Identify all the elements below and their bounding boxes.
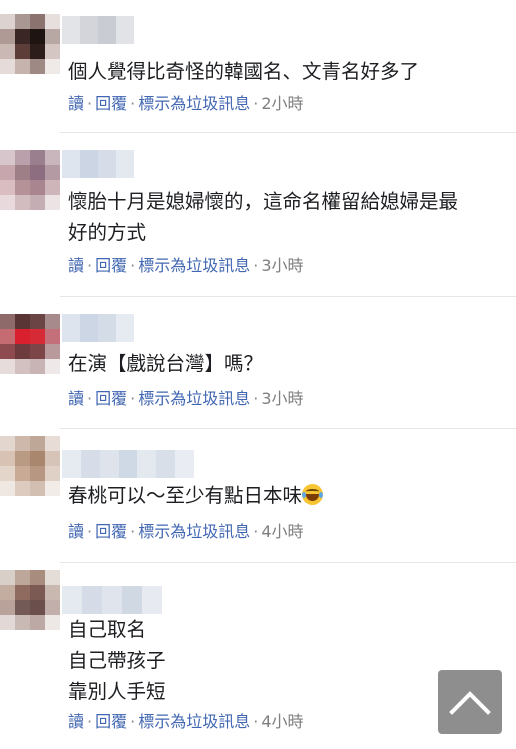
comment-text: 在演【戲說台灣】嗎？ — [68, 348, 508, 379]
mark-spam-link[interactable]: 標示為垃圾訊息 — [138, 256, 250, 275]
avatar[interactable] — [0, 436, 60, 496]
divider — [60, 132, 516, 133]
separator: · — [87, 712, 93, 731]
separator: · — [253, 94, 259, 113]
separator: · — [253, 712, 259, 731]
separator: · — [253, 389, 259, 408]
timestamp[interactable]: 3小時 — [261, 389, 303, 408]
timestamp[interactable]: 4小時 — [261, 712, 303, 731]
comment-actions: 讀 · 回覆 · 標示為垃圾訊息 · 3小時 — [68, 256, 304, 276]
divider — [60, 428, 516, 429]
comment-line: 自己取名 — [68, 618, 147, 641]
read-link[interactable]: 讀 — [68, 389, 84, 408]
commenter-name[interactable] — [62, 150, 134, 178]
comment-line: 個人覺得比奇怪的韓國名、文青名好多了 — [68, 60, 420, 83]
chevron-up-icon — [449, 691, 491, 715]
read-link[interactable]: 讀 — [68, 94, 84, 113]
scroll-to-top-button[interactable] — [438, 670, 502, 734]
separator: · — [130, 712, 136, 731]
separator: · — [87, 256, 93, 275]
comment-actions: 讀 · 回覆 · 標示為垃圾訊息 · 2小時 — [68, 94, 304, 114]
divider — [60, 296, 516, 297]
reply-link[interactable]: 回覆 — [95, 389, 127, 408]
comment-feed: 個人覺得比奇怪的韓國名、文青名好多了 讀 · 回覆 · 標示為垃圾訊息 · 2小時 懷胎十月… — [0, 0, 516, 749]
grinning-squinting-face-with-tears-emoji — [302, 484, 324, 505]
timestamp[interactable]: 2小時 — [261, 94, 303, 113]
timestamp[interactable]: 4小時 — [261, 522, 303, 541]
separator: · — [87, 522, 93, 541]
mark-spam-link[interactable]: 標示為垃圾訊息 — [138, 712, 250, 731]
commenter-name[interactable] — [62, 314, 134, 342]
separator: · — [87, 389, 93, 408]
mark-spam-link[interactable]: 標示為垃圾訊息 — [138, 389, 250, 408]
comment-line: 懷胎十月是媳婦懷的，這命名權留給媳婦是最 — [68, 190, 459, 213]
separator: · — [130, 522, 136, 541]
commenter-name[interactable] — [62, 450, 195, 478]
comment-text: 春桃可以～至少有點日本味 — [68, 480, 508, 511]
separator: · — [253, 522, 259, 541]
avatar[interactable] — [0, 570, 60, 630]
separator: · — [253, 256, 259, 275]
separator: · — [87, 94, 93, 113]
reply-link[interactable]: 回覆 — [95, 256, 127, 275]
reply-link[interactable]: 回覆 — [95, 94, 127, 113]
comment-text: 懷胎十月是媳婦懷的，這命名權留給媳婦是最 好的方式 — [68, 186, 508, 248]
separator: · — [130, 389, 136, 408]
comment-line-text: 春桃可以～至少有點日本味 — [68, 484, 303, 507]
reply-link[interactable]: 回覆 — [95, 712, 127, 731]
read-link[interactable]: 讀 — [68, 712, 84, 731]
avatar[interactable] — [0, 14, 60, 74]
comment-text: 個人覺得比奇怪的韓國名、文青名好多了 — [68, 56, 508, 87]
mark-spam-link[interactable]: 標示為垃圾訊息 — [138, 94, 250, 113]
read-link[interactable]: 讀 — [68, 522, 84, 541]
comment-actions: 讀 · 回覆 · 標示為垃圾訊息 · 4小時 — [68, 712, 304, 732]
commenter-name[interactable] — [62, 16, 134, 44]
separator: · — [130, 94, 136, 113]
comment-line: 在演【戲說台灣】嗎？ — [68, 352, 264, 375]
commenter-name[interactable] — [62, 586, 162, 614]
comment-line: 春桃可以～至少有點日本味 — [68, 480, 508, 511]
avatar[interactable] — [0, 150, 60, 210]
reply-link[interactable]: 回覆 — [95, 522, 127, 541]
read-link[interactable]: 讀 — [68, 256, 84, 275]
comment-actions: 讀 · 回覆 · 標示為垃圾訊息 · 4小時 — [68, 522, 304, 542]
separator: · — [130, 256, 136, 275]
comment-actions: 讀 · 回覆 · 標示為垃圾訊息 · 3小時 — [68, 389, 304, 409]
avatar[interactable] — [0, 314, 60, 374]
divider — [60, 562, 516, 563]
comment-line: 好的方式 — [68, 221, 147, 244]
mark-spam-link[interactable]: 標示為垃圾訊息 — [138, 522, 250, 541]
timestamp[interactable]: 3小時 — [261, 256, 303, 275]
